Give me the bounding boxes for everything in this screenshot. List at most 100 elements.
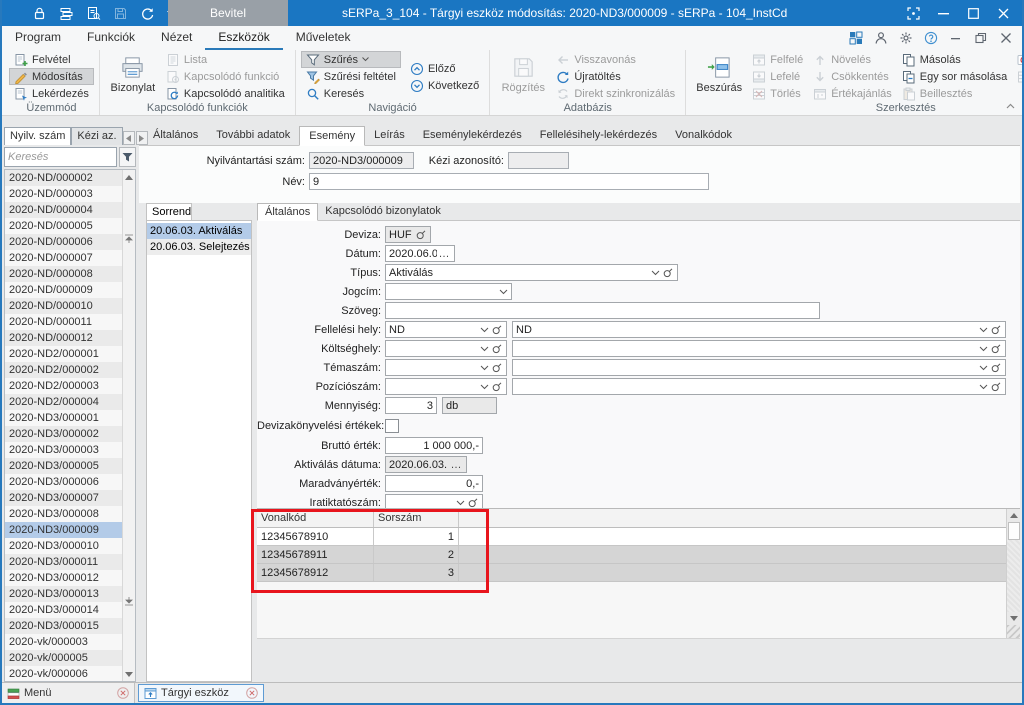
user-icon[interactable] (874, 31, 888, 45)
masolas-button[interactable]: Másolás (897, 51, 1012, 68)
main-tab[interactable]: Eseménylekérdezés (414, 126, 531, 145)
list-item[interactable]: 2020-ND/000003 (5, 186, 122, 202)
list-item[interactable]: 2020-vk/000003 (5, 634, 122, 650)
lekerdezes-button[interactable]: Lekérdezés (9, 85, 94, 102)
noveles-button[interactable]: Növelés (808, 51, 897, 68)
list-item[interactable]: 2020-ND/000012 (5, 330, 122, 346)
list-item[interactable]: 2020-ND/000008 (5, 266, 122, 282)
sidebar-tab-nyilv-szam[interactable]: Nyilv. szám (4, 127, 71, 145)
kapcsolodo-analitika-button[interactable]: Kapcsolódó analitika (161, 85, 290, 102)
kovetkezo-button[interactable]: Következő (405, 77, 484, 94)
scroll-down-button[interactable] (123, 667, 135, 681)
list-item[interactable]: 2020-ND3/000010 (5, 538, 122, 554)
resize-grip[interactable] (1007, 625, 1020, 638)
focus-icon[interactable] (898, 0, 928, 26)
list-item[interactable]: 2020-ND/000010 (5, 298, 122, 314)
scroll-jump-up-icon[interactable] (123, 232, 135, 244)
search-input[interactable] (4, 147, 117, 167)
koltseghely-code-combo[interactable] (385, 340, 507, 357)
chevron-down-icon[interactable] (480, 346, 489, 352)
list-item[interactable]: 2020-vk/000006 (5, 666, 122, 682)
szures-button[interactable]: Szűrés (301, 51, 401, 68)
list-item[interactable]: 2020-vk/000005 (5, 650, 122, 666)
list-item[interactable]: 2020-ND3/000003 (5, 442, 122, 458)
kereses-button[interactable]: Keresés (301, 85, 401, 102)
temaszam-code-combo[interactable] (385, 359, 507, 376)
list-item[interactable]: 2020-ND3/000011 (5, 554, 122, 570)
main-tab[interactable]: Vonalkódok (666, 126, 741, 145)
fellelesi-hely-name-combo[interactable]: ND (512, 321, 1006, 338)
ertekajanlas-button[interactable]: Értékajánlás (808, 85, 897, 102)
sorrend-tab[interactable]: Sorrend (146, 203, 192, 220)
list-item[interactable]: 2020-ND/000006 (5, 234, 122, 250)
table-row[interactable]: 12345678911 2 (257, 546, 1006, 564)
visszavonas-button[interactable]: Visszavonás (551, 51, 680, 68)
tab-scroll-left-button[interactable] (123, 131, 135, 145)
chevron-down-icon[interactable] (480, 327, 489, 333)
table-scroll-up-button[interactable] (1007, 509, 1020, 522)
csoportos-torles-button[interactable]: Csoportos törlés (1012, 68, 1024, 85)
list-item[interactable]: 2020-ND3/000012 (5, 570, 122, 586)
tipus-combo[interactable]: Aktiválás (385, 264, 678, 281)
lookup-icon[interactable] (491, 343, 503, 355)
mdi-close-icon[interactable] (999, 31, 1013, 45)
elozo-button[interactable]: Előző (405, 60, 484, 77)
ujratoltes-button[interactable]: Újratöltés (551, 68, 680, 85)
save-icon[interactable] (113, 6, 128, 21)
mennyiseg-field[interactable]: 3 (385, 397, 437, 414)
lookup-icon[interactable] (990, 343, 1002, 355)
taskbar-tab-targyi-eszkoz[interactable]: Tárgyi eszköz (138, 684, 264, 702)
szoveg-field[interactable] (385, 302, 820, 319)
detail-tab-kapcsolodo-bizonylatok[interactable]: Kapcsolódó bizonylatok (318, 203, 448, 220)
list-item[interactable]: 2020-ND2/000002 (5, 362, 122, 378)
kotelezo-mezok-button[interactable]: Kötelező mezők (1012, 51, 1024, 68)
list-item[interactable]: 2020-ND/000002 (5, 170, 122, 186)
list-item[interactable]: 2020-ND/000004 (5, 202, 122, 218)
ellipsis-icon[interactable] (449, 460, 463, 470)
maradvanyertek-field[interactable]: 0,- (385, 475, 483, 492)
menu-item-eszkozok[interactable]: Eszközök (205, 26, 282, 50)
document-preview-icon[interactable] (86, 6, 101, 21)
lookup-icon[interactable] (990, 324, 1002, 336)
lookup-icon[interactable] (990, 381, 1002, 393)
scroll-jump-down-icon[interactable] (123, 595, 135, 607)
pozicioszam-name-combo[interactable] (512, 378, 1006, 395)
jogcim-combo[interactable] (385, 283, 512, 300)
minimize-button[interactable] (928, 0, 958, 26)
felvetel-button[interactable]: Felvétel (9, 51, 94, 68)
chevron-down-icon[interactable] (979, 327, 988, 333)
menu-item-nezet[interactable]: Nézet (148, 26, 205, 50)
detail-tab-altalanos[interactable]: Általános (257, 203, 318, 221)
layers-icon[interactable] (59, 6, 74, 21)
direkt-szinkronizalas-button[interactable]: Direkt szinkronizálás (551, 85, 680, 102)
list-item[interactable]: 2020-ND3/000006 (5, 474, 122, 490)
menu-item-funkciok[interactable]: Funkciók (74, 26, 148, 50)
table-scroll-thumb[interactable] (1008, 522, 1020, 540)
rogzites-button[interactable]: Rögzítés (495, 51, 551, 95)
list-item[interactable]: 2020-ND/000007 (5, 250, 122, 266)
lock-icon[interactable] (32, 6, 47, 21)
chevron-down-icon[interactable] (979, 384, 988, 390)
taskbar-tab-menu[interactable]: Menü (2, 683, 135, 703)
ribbon-collapse-button[interactable] (1003, 100, 1017, 112)
table-scroll-down-button[interactable] (1007, 612, 1020, 625)
scroll-up-button[interactable] (123, 170, 135, 184)
lookup-icon[interactable] (491, 381, 503, 393)
beillesztes-button[interactable]: Beillesztés (897, 85, 1012, 102)
maximize-button[interactable] (958, 0, 988, 26)
table-scrollbar[interactable] (1006, 509, 1020, 638)
chevron-down-icon[interactable] (979, 365, 988, 371)
brutto-ertek-field[interactable]: 1 000 000,- (385, 437, 483, 454)
lookup-icon[interactable] (415, 229, 427, 241)
datum-field[interactable]: 2020.06.03. (385, 245, 455, 262)
lookup-icon[interactable] (662, 267, 674, 279)
szuresi-feltetel-button[interactable]: Szűrési feltétel (301, 68, 401, 85)
mode-tab[interactable]: Bevitel (168, 0, 288, 26)
modositas-button[interactable]: Módosítás (9, 68, 94, 85)
lookup-icon[interactable] (467, 497, 479, 509)
list-item[interactable]: 2020-ND2/000001 (5, 346, 122, 362)
list-item[interactable]: 2020-ND/000005 (5, 218, 122, 234)
list-item[interactable]: 2020-ND3/000001 (5, 410, 122, 426)
list-item[interactable]: 2020-ND2/000003 (5, 378, 122, 394)
fellelesi-hely-code-combo[interactable]: ND (385, 321, 507, 338)
